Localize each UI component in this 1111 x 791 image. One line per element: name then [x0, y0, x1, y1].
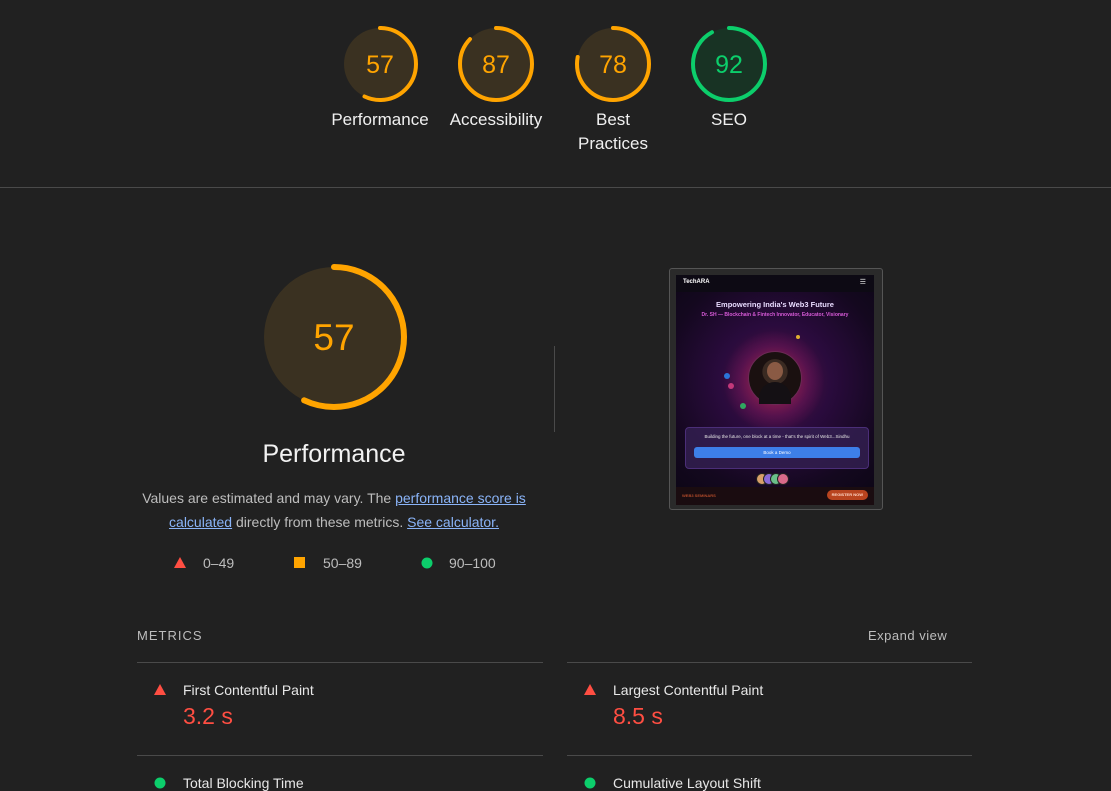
gauge-score: 57 — [313, 317, 354, 358]
desc-text: directly from these metrics. — [232, 514, 408, 530]
legend-pass: 90–100 — [421, 555, 496, 571]
footer-label: WEB3 SEMINARS — [682, 493, 716, 498]
site-navbar: TechARA ☰ — [676, 275, 874, 292]
legend-range: 90–100 — [449, 555, 496, 571]
triangle-icon — [174, 557, 186, 568]
metric-name: First Contentful Paint — [183, 682, 314, 698]
book-demo-button: Book a Demo — [694, 447, 860, 458]
category-gauges: 57 Performance 87 Accessibility 78 Best … — [0, 0, 1111, 188]
gauge-ring: 87 — [458, 26, 534, 102]
profile-photo — [748, 351, 802, 405]
metric-value: 3.2 s — [183, 703, 233, 729]
register-button: REGISTER NOW — [826, 490, 868, 500]
gauge-score: 78 — [599, 51, 627, 79]
legend-fail: 0–49 — [174, 555, 234, 571]
header-divider — [0, 187, 1111, 188]
legend-range: 50–89 — [323, 555, 362, 571]
performance-gauge-large: 57 — [260, 263, 408, 416]
gauge-label: Accessibility — [449, 110, 543, 129]
triangle-icon — [154, 684, 166, 695]
gauge-accessibility[interactable]: 87 Accessibility — [438, 24, 554, 132]
see-calculator-link[interactable]: See calculator. — [407, 514, 499, 530]
desc-text: Values are estimated and may vary. The — [142, 490, 396, 506]
gauge-label: SEO — [711, 110, 747, 129]
site-hero-subtitle: Dr. SH — Blockchain & Fintech Innovator,… — [701, 312, 849, 318]
linkedin-icon — [724, 373, 730, 379]
metric-name: Largest Contentful Paint — [613, 682, 764, 698]
circle-icon — [421, 557, 433, 569]
hamburger-icon: ☰ — [859, 279, 866, 286]
gauge-ring: 92 — [691, 26, 767, 102]
gauge-performance[interactable]: 57 Performance — [322, 24, 438, 132]
gauge-ring: 57 — [261, 264, 407, 410]
metric-divider — [567, 755, 972, 756]
screenshot-content: TechARA ☰ Empowering India's Web3 Future… — [676, 275, 874, 505]
metric-divider — [137, 662, 543, 663]
gauge-ring: 57 — [342, 26, 418, 102]
site-brand: TechARA — [683, 279, 710, 285]
sparkle-icon — [796, 335, 800, 339]
quote-card: Building the future, one block at a time… — [685, 427, 869, 469]
section-divider — [554, 346, 555, 432]
legend-range: 0–49 — [203, 555, 235, 571]
expand-view-toggle[interactable]: Expand view — [868, 628, 947, 643]
circle-icon — [154, 777, 166, 789]
gauge-seo[interactable]: 92 SEO — [671, 24, 787, 132]
gauge-ring: 78 — [575, 26, 651, 102]
legend-average: 50–89 — [294, 555, 362, 571]
avatar — [777, 473, 789, 485]
triangle-icon — [584, 684, 596, 695]
instagram-icon — [728, 383, 734, 389]
metric-divider — [567, 662, 972, 663]
gauge-score: 92 — [715, 51, 743, 79]
whatsapp-icon — [740, 403, 746, 409]
metric-divider — [137, 755, 543, 756]
site-hero-title: Empowering India's Web3 Future — [716, 300, 834, 309]
metrics-heading: METRICS — [137, 628, 203, 643]
circle-icon — [584, 777, 596, 789]
metric-value: 8.5 s — [613, 703, 663, 729]
performance-title: Performance — [262, 440, 406, 468]
final-screenshot-thumbnail[interactable]: TechARA ☰ Empowering India's Web3 Future… — [669, 268, 883, 510]
square-icon — [294, 557, 305, 568]
metric-name: Cumulative Layout Shift — [613, 775, 761, 791]
site-footer-bar: WEB3 SEMINARS REGISTER NOW — [676, 487, 874, 505]
gauge-score: 87 — [482, 51, 510, 79]
gauge-label: Performance — [331, 110, 429, 129]
gauge-score: 57 — [366, 51, 394, 79]
quote-text: Building the future, one block at a time… — [704, 434, 850, 439]
gauge-label: Best Practices — [578, 110, 648, 153]
metric-name: Total Blocking Time — [183, 775, 304, 791]
gauge-best-practices[interactable]: 78 Best Practices — [555, 24, 671, 156]
performance-description: Values are estimated and may vary. The p… — [134, 486, 534, 534]
